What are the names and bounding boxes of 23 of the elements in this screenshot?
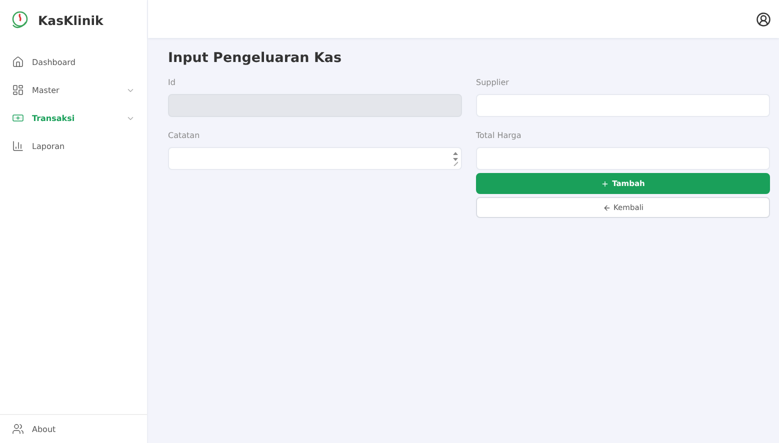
grid-icon	[12, 84, 24, 96]
text-input[interactable]	[476, 94, 770, 117]
field-label: Id	[168, 78, 176, 87]
stethoscope-logo-icon	[10, 10, 30, 30]
app-name: KasKlinik	[38, 12, 104, 28]
sidebar-item[interactable]: About	[0, 414, 147, 443]
field-label: Supplier	[476, 78, 510, 87]
users-icon	[12, 423, 24, 435]
page-title: Input Pengeluaran Kas	[168, 50, 343, 66]
home-icon	[12, 56, 24, 68]
field-label: Total Harga	[476, 131, 522, 140]
sidebar-item[interactable]: Master	[0, 76, 147, 104]
arrow-left-icon	[602, 204, 610, 212]
field-label: Catatan	[168, 131, 201, 140]
user-avatar-icon[interactable]	[756, 12, 771, 26]
sidebar-item[interactable]: Dashboard	[0, 48, 147, 76]
sidebar-item[interactable]: Laporan	[0, 132, 147, 160]
spinner-icon	[453, 152, 458, 166]
text-input[interactable]	[476, 147, 770, 170]
bar-chart-icon	[12, 140, 24, 152]
banknote-icon	[12, 112, 24, 124]
text-area[interactable]	[168, 147, 462, 170]
plus-icon	[601, 180, 610, 188]
